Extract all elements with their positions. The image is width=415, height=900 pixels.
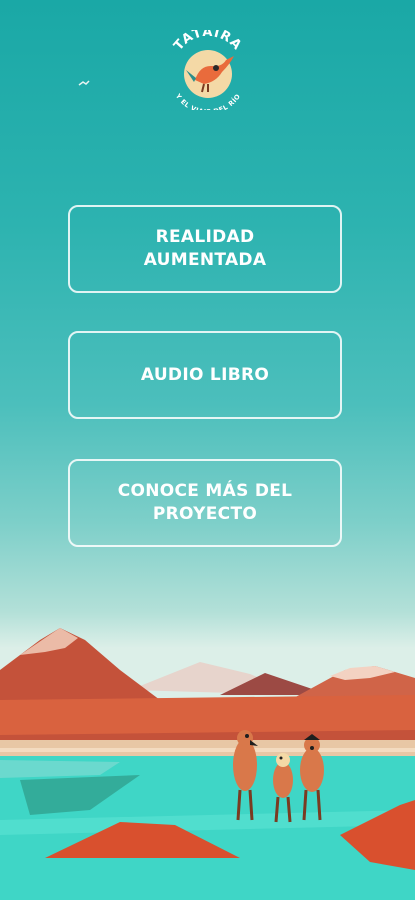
button-label-line1: CONOCE MÁS DEL xyxy=(117,481,293,501)
app-logo: TATAIRA Y EL VIAJE DEL RÍO xyxy=(171,30,244,110)
audio-book-label: AUDIO LIBRO xyxy=(140,364,270,385)
augmented-reality-label: REALIDAD AUMENTADA xyxy=(144,226,267,272)
learn-more-button[interactable]: CONOCE MÁS DEL PROYECTO xyxy=(68,459,342,547)
audio-book-button[interactable]: AUDIO LIBRO xyxy=(68,331,342,419)
button-label-line2: AUMENTADA xyxy=(143,250,267,270)
augmented-reality-button[interactable]: REALIDAD AUMENTADA xyxy=(68,205,342,293)
button-label-line2: PROYECTO xyxy=(152,504,258,524)
left-mountain xyxy=(0,628,160,710)
distant-bird-icon xyxy=(78,80,90,86)
button-label-line1: REALIDAD xyxy=(155,227,255,247)
landscape-illustration xyxy=(0,628,415,900)
learn-more-label: CONOCE MÁS DEL PROYECTO xyxy=(118,480,293,526)
